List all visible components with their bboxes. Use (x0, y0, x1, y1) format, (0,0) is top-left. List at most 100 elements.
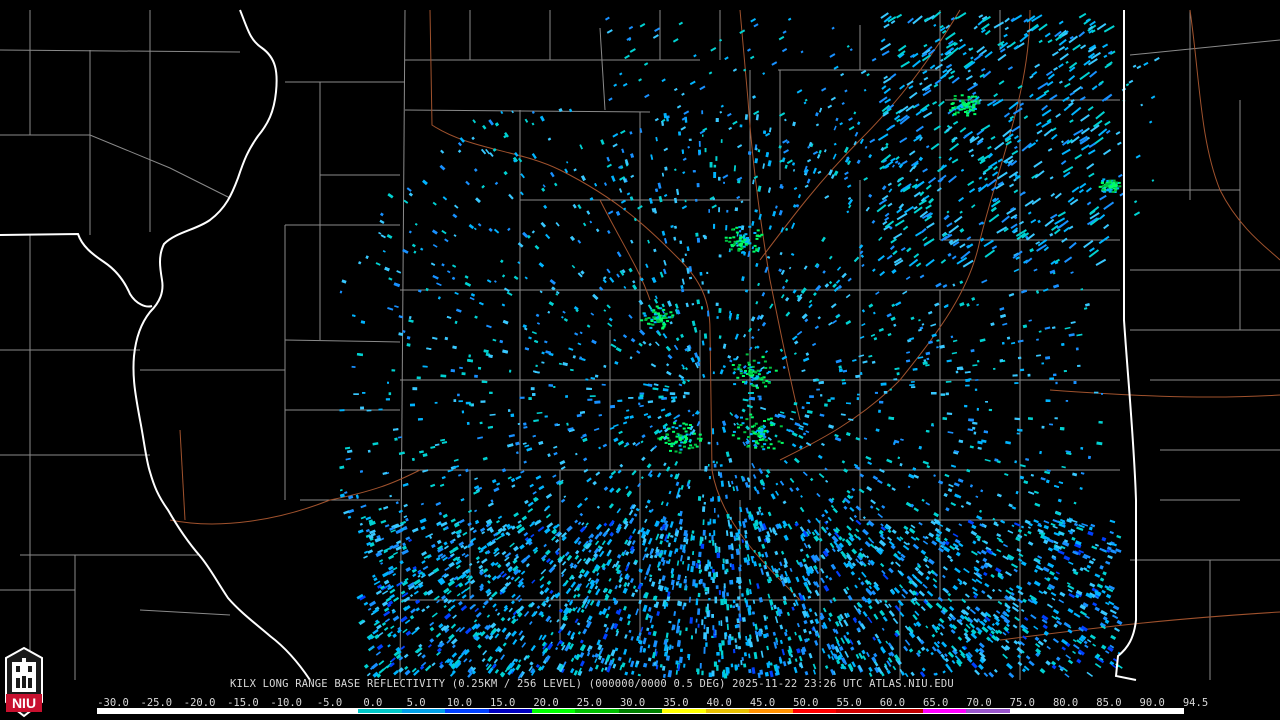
echo-pixel (950, 464, 956, 468)
echo-pixel (880, 562, 885, 568)
echo-pixel (519, 396, 525, 399)
echo-pixel (703, 583, 706, 589)
echo-pixel (524, 347, 530, 351)
echo-pixel (603, 182, 608, 186)
echo-pixel (723, 598, 728, 605)
echo-pixel (546, 522, 554, 529)
echo-pixel (411, 243, 416, 248)
echo-pixel (387, 193, 394, 199)
highway (599, 199, 651, 301)
echo-pixel (1068, 561, 1074, 565)
echo-pixel (1073, 522, 1079, 527)
echo-pixel (1116, 619, 1123, 626)
echo-pixel (528, 336, 532, 340)
echo-pixel (926, 357, 930, 361)
echo-pixel (617, 399, 623, 402)
echo-pixel (1002, 322, 1008, 326)
echo-pixel (502, 642, 507, 647)
echo-pixel (494, 633, 500, 639)
echo-pixel (431, 336, 438, 340)
echo-pixel (657, 415, 662, 420)
echo-pixel (373, 577, 378, 582)
echo-pixel (615, 487, 621, 494)
echo-pixel (564, 603, 569, 608)
echo-pixel (553, 385, 556, 388)
echo-pixel (752, 474, 757, 479)
echo-pixel (1027, 373, 1031, 377)
echo-pixel (510, 478, 516, 483)
echo-pixel (1070, 321, 1076, 325)
echo-pixel (756, 345, 760, 349)
echo-pixel (403, 503, 408, 508)
echo-pixel (345, 457, 351, 461)
echo-pixel (1033, 519, 1039, 524)
echo-pixel (438, 511, 443, 516)
echo-pixel (677, 487, 681, 494)
echo-pixel (1101, 536, 1107, 542)
echo-pixel (574, 519, 579, 524)
echo-pixel (719, 464, 723, 467)
echo-pixel (800, 287, 807, 294)
echo-pixel (804, 414, 810, 419)
echo-pixel (427, 644, 432, 648)
echo-pixel (442, 513, 448, 519)
echo-pixel (731, 636, 734, 641)
echo-pixel (365, 255, 369, 259)
echo-pixel (544, 415, 548, 418)
echo-pixel (490, 591, 498, 598)
echo-pixel (922, 540, 929, 545)
echo-pixel (676, 639, 681, 647)
echo-pixel (682, 544, 686, 551)
echo-pixel (1006, 336, 1011, 340)
echo-pixel (435, 556, 441, 562)
echo-pixel (1025, 655, 1031, 660)
echo-pixel (581, 547, 586, 552)
echo-pixel (609, 276, 615, 283)
echo-pixel (462, 531, 468, 536)
echo-pixel (982, 557, 988, 563)
echo-pixel (835, 279, 841, 284)
echo-pixel (849, 516, 854, 522)
echo-pixel (1087, 530, 1094, 537)
echo-pixel (647, 400, 654, 404)
county-border (599, 27, 606, 111)
echo-pixel (875, 291, 880, 296)
echo-pixel (942, 574, 946, 579)
echo-pixel (779, 251, 783, 256)
echo-pixel (1058, 481, 1064, 485)
echo-pixel (862, 610, 868, 617)
echo-pixel (429, 638, 435, 643)
echo-pixel (389, 494, 393, 498)
echo-pixel (457, 149, 462, 153)
echo-pixel (464, 281, 472, 287)
echo-pixel (1009, 587, 1014, 592)
echo-pixel (1072, 644, 1080, 650)
echo-pixel (978, 642, 985, 649)
echo-pixel (658, 196, 663, 203)
echo-pixel (570, 581, 577, 588)
echo-pixel (487, 580, 491, 584)
echo-pixel (679, 526, 683, 531)
echo-pixel (696, 183, 700, 188)
echo-pixel (368, 600, 377, 607)
echo-pixel (431, 229, 438, 235)
echo-pixel (1012, 374, 1018, 377)
echo-pixel (886, 458, 893, 464)
echo-pixel (662, 268, 667, 275)
echo-pixel (425, 605, 430, 609)
echo-pixel (757, 149, 761, 153)
echo-pixel (772, 631, 777, 636)
echo-pixel (993, 93, 999, 98)
echo-pixel (602, 633, 608, 640)
echo-pixel (688, 596, 691, 603)
echo-pixel (658, 578, 662, 585)
echo-pixel (789, 487, 794, 493)
echo-pixel (838, 368, 843, 373)
echo-pixel (726, 209, 729, 213)
echo-pixel (718, 659, 721, 663)
echo-pixel (673, 197, 678, 204)
echo-pixel (565, 587, 572, 595)
echo-pixel (1109, 519, 1116, 524)
echo-pixel (695, 198, 698, 202)
echo-pixel (721, 420, 727, 426)
